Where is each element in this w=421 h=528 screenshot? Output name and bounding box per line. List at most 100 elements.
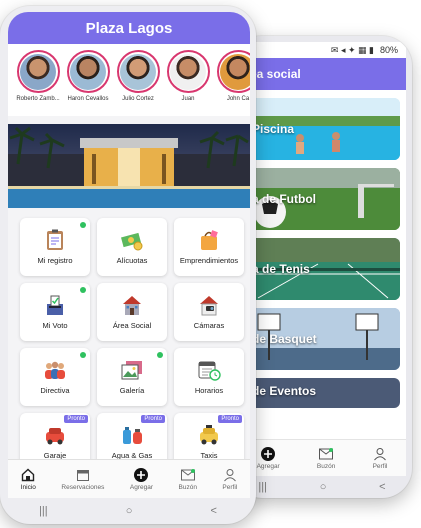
tile-label: Alícuotas bbox=[116, 256, 148, 265]
plus-icon bbox=[261, 446, 276, 461]
resident-item[interactable]: John Ca bbox=[216, 50, 250, 116]
camera-icon bbox=[200, 296, 218, 316]
tile-area-social[interactable]: Área Social bbox=[97, 283, 167, 341]
resident-name: Roberto Zamb... bbox=[16, 96, 60, 102]
resident-item[interactable]: Juan bbox=[166, 50, 210, 116]
area-card-basquet[interactable]: de Basquet bbox=[238, 308, 400, 370]
user-icon bbox=[223, 468, 237, 482]
new-badge bbox=[80, 352, 86, 358]
tile-horarios[interactable]: Horarios bbox=[174, 348, 244, 406]
tile-label: Cámaras bbox=[193, 321, 225, 330]
back-button[interactable]: < bbox=[211, 505, 217, 517]
tab-label: Agregar bbox=[129, 483, 154, 491]
tab-label: Perfil bbox=[372, 462, 388, 470]
tab-label: Agregar bbox=[256, 462, 280, 470]
area-card-tenis[interactable]: a de Tenis bbox=[238, 238, 400, 300]
menu-grid: Mi registro Alícuotas Emprendimientos Mi… bbox=[8, 208, 250, 471]
mail-icon bbox=[180, 468, 195, 482]
area-social-title: ea social bbox=[250, 67, 301, 81]
calendar-icon bbox=[76, 468, 90, 482]
status-icons: ✉ ◂ ✦ ▦ ▮ bbox=[330, 44, 374, 55]
tab-buzon[interactable]: Buzón bbox=[317, 447, 335, 470]
back-button[interactable]: < bbox=[379, 481, 385, 493]
calendar-icon bbox=[198, 361, 221, 381]
resident-name: Juan bbox=[181, 96, 195, 102]
resident-name: Haron Cevallos bbox=[67, 96, 109, 102]
tab-label: Inicio bbox=[20, 483, 36, 491]
tab-label: Reservaciones bbox=[61, 483, 105, 491]
pronto-badge: Pronto bbox=[141, 415, 165, 423]
home-button[interactable]: ○ bbox=[126, 505, 133, 517]
shopping-bag-icon bbox=[201, 230, 218, 250]
area-label: a de Futbol bbox=[252, 192, 316, 206]
new-badge bbox=[80, 222, 86, 228]
plus-icon bbox=[134, 467, 149, 482]
user-icon bbox=[373, 447, 387, 461]
avatar bbox=[116, 50, 160, 93]
tab-agregar[interactable]: Agregar bbox=[129, 467, 154, 491]
bottom-tab-bar: Inicio Reservaciones Agregar Buzón Perfi… bbox=[8, 459, 250, 498]
mail-icon bbox=[319, 447, 334, 461]
pronto-badge: Pronto bbox=[64, 415, 88, 423]
tile-directiva[interactable]: Directiva bbox=[20, 348, 90, 406]
recents-button[interactable]: ||| bbox=[258, 481, 267, 493]
area-label: de Eventos bbox=[252, 384, 317, 398]
back-screen: ✉ ◂ ✦ ▦ ▮ 80% ea social Piscina a de Fut… bbox=[238, 42, 406, 476]
tile-emprendimientos[interactable]: Emprendimientos bbox=[174, 218, 244, 276]
residents-strip[interactable]: Roberto Zamb... Haron Cevallos Julio Cor… bbox=[8, 44, 250, 116]
status-bar: ✉ ◂ ✦ ▦ ▮ 80% bbox=[238, 42, 406, 58]
tab-label: Buzón bbox=[316, 462, 336, 470]
tile-label: Directiva bbox=[40, 386, 70, 395]
front-system-nav: ||| ○ < bbox=[0, 498, 256, 524]
back-phone: ✉ ◂ ✦ ▦ ▮ 80% ea social Piscina a de Fut… bbox=[232, 36, 412, 498]
tab-reservaciones[interactable]: Reservaciones bbox=[61, 468, 104, 491]
battery-level: 80% bbox=[379, 45, 398, 55]
tab-inicio[interactable]: Inicio bbox=[21, 468, 36, 491]
ballot-icon bbox=[47, 295, 63, 315]
area-card-piscina[interactable]: Piscina bbox=[238, 98, 400, 160]
gallery-icon bbox=[121, 361, 142, 380]
area-card-eventos[interactable]: de Eventos bbox=[238, 378, 400, 408]
resident-item[interactable]: Julio Cortez bbox=[116, 50, 160, 116]
avatar bbox=[166, 50, 210, 93]
home-button[interactable]: ○ bbox=[320, 481, 327, 493]
tile-label: Galería bbox=[119, 386, 145, 395]
tile-label: Mi Voto bbox=[42, 321, 68, 330]
tile-galeria[interactable]: Galería bbox=[97, 348, 167, 406]
water-gas-icon bbox=[123, 427, 142, 444]
tab-label: Perfil bbox=[222, 483, 238, 491]
tab-agregar[interactable]: Agregar bbox=[256, 446, 280, 470]
tab-buzon[interactable]: Buzón bbox=[179, 468, 197, 491]
clipboard-icon bbox=[47, 229, 63, 250]
tile-mi-voto[interactable]: Mi Voto bbox=[20, 283, 90, 341]
app-header: Plaza Lagos bbox=[8, 12, 250, 44]
tile-alicuotas[interactable]: Alícuotas bbox=[97, 218, 167, 276]
people-icon bbox=[45, 361, 65, 379]
tile-camaras[interactable]: Cámaras bbox=[174, 283, 244, 341]
resident-name: John Ca bbox=[226, 96, 250, 102]
resident-item[interactable]: Roberto Zamb... bbox=[16, 50, 60, 116]
money-icon bbox=[121, 232, 143, 251]
tab-perfil[interactable]: Perfil bbox=[222, 468, 237, 491]
area-label: Piscina bbox=[252, 122, 295, 136]
banner-photo bbox=[8, 124, 250, 208]
garage-icon bbox=[46, 428, 64, 445]
area-card-futbol[interactable]: a de Futbol bbox=[238, 168, 400, 230]
taxi-icon bbox=[200, 425, 218, 445]
building-icon bbox=[123, 296, 141, 315]
avatar bbox=[16, 50, 60, 93]
app-title: Plaza Lagos bbox=[85, 19, 173, 37]
resident-item[interactable]: Haron Cevallos bbox=[66, 50, 110, 116]
tile-label: Horarios bbox=[194, 386, 224, 395]
back-tab-bar: Agregar Buzón Perfil bbox=[238, 439, 406, 476]
resident-name: Julio Cortez bbox=[122, 96, 154, 102]
recents-button[interactable]: ||| bbox=[39, 505, 48, 517]
front-phone: Plaza Lagos Roberto Zamb... Haron Cevall… bbox=[0, 6, 256, 524]
area-label: a de Tenis bbox=[252, 262, 310, 276]
tab-label: Buzón bbox=[178, 483, 197, 491]
tile-mi-registro[interactable]: Mi registro bbox=[20, 218, 90, 276]
tab-perfil[interactable]: Perfil bbox=[372, 447, 388, 470]
new-badge bbox=[157, 352, 163, 358]
back-system-nav: ||| ○ < bbox=[232, 476, 412, 498]
tile-label: Emprendimientos bbox=[179, 256, 239, 265]
